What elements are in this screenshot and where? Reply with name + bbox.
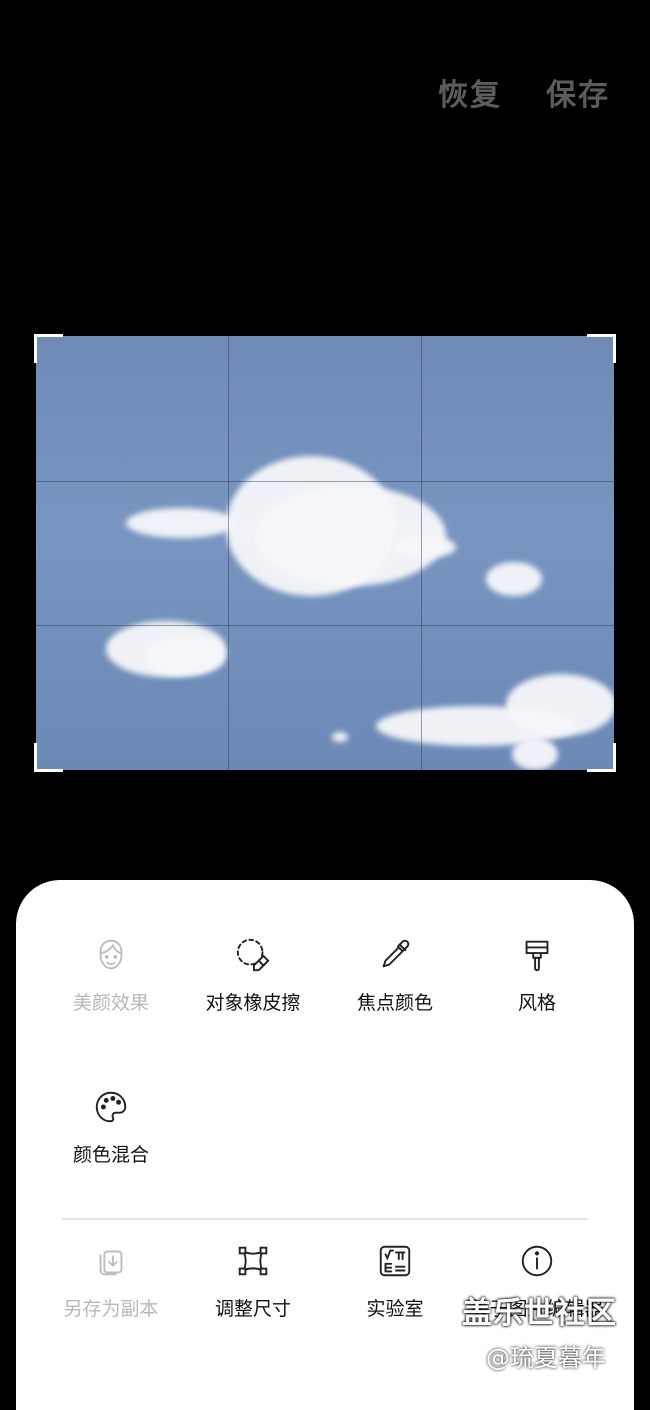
grid-line [228, 336, 229, 770]
tool-label: 另存为副本 [63, 1298, 159, 1320]
brush-icon [525, 940, 549, 972]
crop-frame[interactable] [34, 334, 616, 772]
divider [62, 1218, 588, 1220]
tool-object-eraser[interactable]: 对象橡皮擦 [178, 936, 328, 1015]
tool-label: 颜色混合 [72, 1144, 149, 1166]
save-button[interactable]: 保存 [546, 70, 610, 114]
resize-icon [238, 1246, 268, 1276]
restore-button[interactable]: 恢复 [438, 70, 502, 114]
eyedropper-icon [382, 939, 410, 968]
tool-label: 美颜效果 [72, 992, 149, 1014]
crop-handle-bottom-right[interactable] [587, 743, 616, 772]
sky-photo [36, 336, 614, 770]
tool-label: 调整尺寸 [214, 1298, 291, 1320]
face-icon [99, 939, 123, 970]
palette-icon [95, 1091, 127, 1123]
tool-label: 焦点颜色 [356, 992, 433, 1014]
crop-handle-top-right[interactable] [587, 334, 616, 363]
tool-save-as-copy[interactable]: 另存为副本 [36, 1242, 186, 1321]
grid-line [36, 625, 614, 626]
info-icon [521, 1245, 553, 1277]
watermark: 盖乐世社区 @琉夏暮年 [462, 1288, 650, 1373]
crop-handle-bottom-left[interactable] [34, 743, 63, 772]
lab-icon [379, 1245, 411, 1277]
tool-lab[interactable]: 实验室 [320, 1242, 470, 1321]
object-eraser-icon [236, 938, 270, 972]
tool-label: 对象橡皮擦 [205, 992, 301, 1014]
watermark-brand: 盖乐世社区 [462, 1296, 617, 1331]
grid-line [36, 481, 614, 482]
crop-handle-top-left[interactable] [34, 334, 63, 363]
tool-resize[interactable]: 调整尺寸 [178, 1242, 328, 1321]
top-action-bar: 恢复 保存 [438, 70, 610, 114]
tool-style[interactable]: 风格 [462, 936, 612, 1015]
tool-beauty-effect[interactable]: 美颜效果 [36, 936, 186, 1015]
tool-focus-color[interactable]: 焦点颜色 [320, 936, 470, 1015]
tool-label: 实验室 [366, 1298, 424, 1320]
tool-label: 风格 [517, 992, 556, 1014]
tool-color-blend[interactable]: 颜色混合 [36, 1088, 186, 1167]
watermark-user: @琉夏暮年 [486, 1344, 606, 1372]
save-copy-icon [99, 1250, 123, 1276]
grid-line [421, 336, 422, 770]
